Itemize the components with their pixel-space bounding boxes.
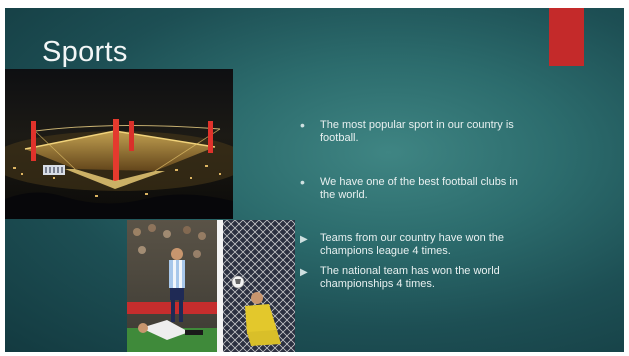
stadium-photo [5, 69, 233, 219]
bullet-dot-icon: • [300, 174, 305, 190]
bullet-dot-icon: • [300, 117, 305, 133]
bullet-item: ▶ The national team has won the world ch… [300, 265, 535, 291]
presentation-slide: Sports • The most popular sport in our c… [5, 8, 624, 352]
bullet-arrow-icon: ▶ [300, 234, 308, 245]
bullet-text: The national team has won the world cham… [320, 265, 500, 290]
accent-bar [549, 8, 584, 66]
football-photo [127, 220, 295, 352]
bullet-text: Teams from our country have won the cham… [320, 232, 505, 257]
slide-title: Sports [42, 36, 128, 68]
bullet-text: The most popular sport in our country is… [320, 119, 514, 144]
bullet-item: • The most popular sport in our country … [300, 117, 535, 145]
bullet-item: • We have one of the best football clubs… [300, 174, 535, 202]
bullet-item: ▶ Teams from our country have won the ch… [300, 232, 535, 258]
bullet-text: We have one of the best football clubs i… [320, 176, 518, 201]
bullet-arrow-icon: ▶ [300, 267, 308, 278]
